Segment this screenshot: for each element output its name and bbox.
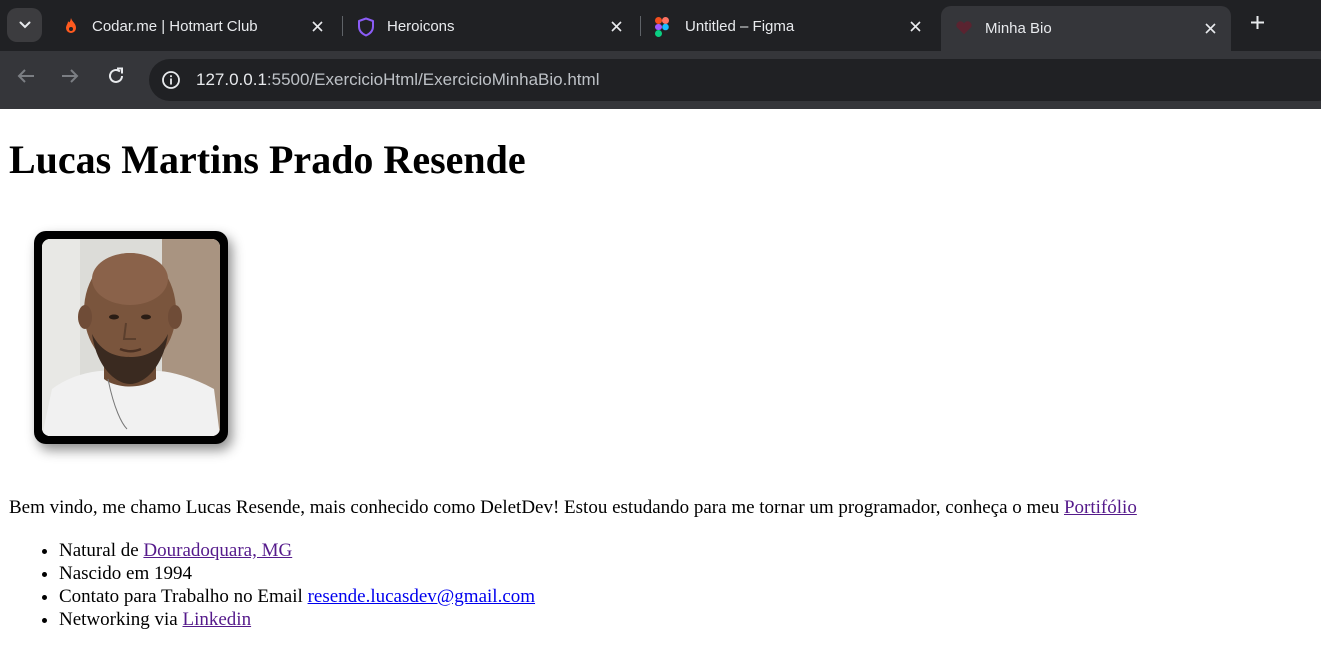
facts-list: Natural de Douradoquara, MG Nascido em 1… xyxy=(0,539,535,631)
profile-photo xyxy=(42,239,220,436)
intro-text: Bem vindo, me chamo Lucas Resende, mais … xyxy=(9,497,1064,518)
tab-heroicons[interactable]: Heroicons xyxy=(343,6,637,46)
hometown-link[interactable]: Douradoquara, MG xyxy=(143,540,292,561)
page-content: Lucas Martins Prado Resende Bem vindo, m… xyxy=(0,109,1321,652)
address-bar[interactable]: 127.0.0.1:5500/ExercicioHtml/ExercicioMi… xyxy=(149,59,1321,101)
email-link[interactable]: resende.lucasdev@gmail.com xyxy=(308,586,535,607)
close-icon[interactable] xyxy=(1197,16,1223,42)
linkedin-link[interactable]: Linkedin xyxy=(182,609,251,630)
close-icon[interactable] xyxy=(603,13,629,39)
reload-icon xyxy=(107,67,125,90)
back-button[interactable] xyxy=(14,66,38,90)
tab-title: Minha Bio xyxy=(985,20,1052,37)
list-item: Natural de Douradoquara, MG xyxy=(59,539,535,562)
browser-toolbar: 127.0.0.1:5500/ExercicioHtml/ExercicioMi… xyxy=(0,51,1321,109)
list-item: Networking via Linkedin xyxy=(59,608,535,631)
tab-search-button[interactable] xyxy=(7,8,42,42)
tab-figma[interactable]: Untitled – Figma xyxy=(641,6,936,46)
page-title: Lucas Martins Prado Resende xyxy=(9,137,526,182)
forward-button[interactable] xyxy=(58,66,82,90)
url-host: 127.0.0.1 xyxy=(196,70,267,89)
flame-icon xyxy=(62,17,80,35)
new-tab-button[interactable] xyxy=(1243,11,1271,39)
tab-title: Heroicons xyxy=(387,17,455,35)
tab-title: Untitled – Figma xyxy=(685,17,795,35)
profile-photo-frame xyxy=(34,231,228,444)
list-item: Nascido em 1994 xyxy=(59,562,535,585)
figma-icon xyxy=(655,17,673,37)
plus-icon xyxy=(1250,15,1265,35)
tab-strip: Codar.me | Hotmart Club Heroicons Untitl… xyxy=(0,0,1321,51)
tab-codar[interactable]: Codar.me | Hotmart Club xyxy=(48,6,338,46)
url-path: :5500/ExercicioHtml/ExercicioMinhaBio.ht… xyxy=(266,70,600,89)
tab-minha-bio[interactable]: Minha Bio xyxy=(941,6,1231,51)
close-icon[interactable] xyxy=(304,13,330,39)
fact-text: Nascido em 1994 xyxy=(59,563,192,584)
info-icon[interactable] xyxy=(159,68,183,92)
intro-paragraph: Bem vindo, me chamo Lucas Resende, mais … xyxy=(9,495,1137,521)
fact-text: Natural de xyxy=(59,540,144,561)
fact-text: Networking via xyxy=(59,609,183,630)
arrow-left-icon xyxy=(17,68,35,89)
tab-title: Codar.me | Hotmart Club xyxy=(92,17,258,35)
reload-button[interactable] xyxy=(104,66,128,90)
arrow-right-icon xyxy=(61,68,79,89)
chevron-down-icon xyxy=(19,16,31,34)
heart-icon xyxy=(955,20,973,38)
portfolio-link[interactable]: Portifólio xyxy=(1064,497,1137,518)
list-item: Contato para Trabalho no Email resende.l… xyxy=(59,585,535,608)
shield-icon xyxy=(357,17,375,37)
fact-text: Contato para Trabalho no Email xyxy=(59,586,308,607)
close-icon[interactable] xyxy=(902,13,928,39)
